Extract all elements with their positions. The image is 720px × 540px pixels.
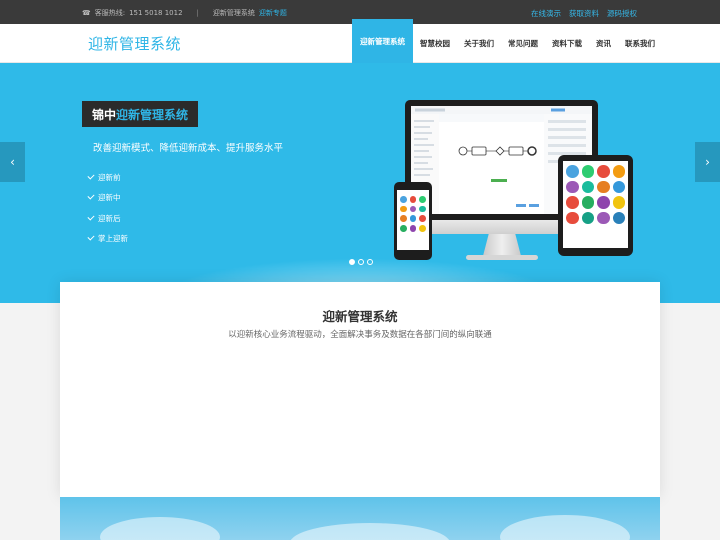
monitor-base [466, 255, 538, 260]
app-icon [400, 215, 407, 223]
slider-pagination [349, 259, 373, 265]
feature-item: 掌上迎新 [87, 229, 128, 250]
feature-item: 迎新前 [87, 167, 128, 188]
online-demo-link[interactable]: 在线演示 [531, 8, 561, 19]
app-icon [597, 165, 610, 178]
app-icon [581, 180, 594, 193]
main-nav: 迎新管理系统 智慧校园 关于我们 常见问题 资料下载 资讯 联系我们 [352, 19, 662, 63]
check-icon [87, 172, 95, 180]
phone-icon: ☎ [82, 9, 91, 17]
tablet-illustration [558, 155, 633, 256]
phone-screen [397, 190, 429, 250]
cloud-decoration [500, 515, 630, 540]
top-bar-separator: | [196, 9, 199, 17]
feature-label: 迎新后 [98, 213, 121, 223]
hero-title-accent: 迎新管理系统 [116, 107, 189, 122]
hero-subtitle: 改善迎新模式、降低迎新成本、提升服务水平 [93, 143, 284, 154]
nav-item-faq[interactable]: 常见问题 [501, 24, 545, 63]
monitor-stand [483, 234, 521, 256]
hero-feature-list: 迎新前 迎新中 迎新后 掌上迎新 [87, 167, 128, 250]
app-icon [419, 225, 427, 232]
slider-dot-1[interactable] [349, 259, 355, 265]
app-icon [400, 205, 407, 213]
top-bar-left: ☎ 客服热线: 151 5018 1012 | 迎新管理系统 迎新专题 [82, 8, 287, 18]
nav-item-welcome-system[interactable]: 迎新管理系统 [352, 19, 413, 63]
app-icon [409, 205, 417, 213]
app-icon [409, 196, 417, 203]
app-icon [566, 211, 579, 224]
nav-item-contact[interactable]: 联系我们 [618, 24, 662, 63]
bottom-sky-banner [60, 497, 660, 540]
check-icon [87, 233, 95, 241]
app-icon [566, 196, 579, 209]
app-icon [597, 180, 610, 193]
section-title: 迎新管理系统 [322, 309, 398, 324]
app-icon [566, 180, 579, 193]
slider-prev-button[interactable]: ‹ [0, 142, 25, 182]
hotline-label: 客服热线: [94, 9, 126, 17]
site-header: 迎新管理系统 迎新管理系统 智慧校园 关于我们 常见问题 资料下载 资讯 联系我… [0, 19, 720, 63]
app-icon [581, 196, 594, 209]
tablet-app-grid [563, 161, 628, 228]
app-icon [581, 165, 594, 178]
nav-item-about[interactable]: 关于我们 [457, 24, 501, 63]
product-name: 迎新管理系统 [212, 9, 255, 17]
source-license-link[interactable]: 源码授权 [607, 8, 637, 19]
app-icon [419, 205, 427, 213]
app-icon [400, 225, 407, 232]
feature-label: 迎新前 [98, 172, 121, 182]
section-subtitle: 以迎新核心业务流程驱动，全面解决事务及数据在各部门间的纵向联通 [228, 330, 492, 340]
slider-dot-2[interactable] [358, 259, 364, 265]
slider-next-button[interactable]: › [695, 142, 720, 182]
get-materials-link[interactable]: 获取资料 [569, 8, 599, 19]
check-icon [87, 213, 95, 221]
hero-banner: 锦中 迎新管理系统 改善迎新模式、降低迎新成本、提升服务水平 迎新前 迎新中 迎新… [0, 63, 720, 303]
app-icon [597, 196, 610, 209]
feature-item: 迎新中 [87, 188, 128, 209]
check-icon [87, 192, 95, 200]
nav-item-smart-campus[interactable]: 智慧校园 [413, 24, 457, 63]
app-icon [419, 196, 427, 203]
phone-app-grid [397, 190, 429, 238]
tablet-screen [563, 161, 628, 248]
app-icon [612, 196, 625, 209]
product-topic-link[interactable]: 迎新专题 [259, 8, 287, 18]
phone-illustration [394, 182, 432, 260]
cloud-decoration [100, 517, 220, 540]
hero-title-prefix: 锦中 [92, 107, 117, 122]
feature-label: 掌上迎新 [98, 234, 128, 244]
app-icon [409, 225, 417, 232]
app-icon [581, 211, 594, 224]
app-icon [409, 215, 417, 223]
intro-card: 迎新管理系统 以迎新核心业务流程驱动，全面解决事务及数据在各部门间的纵向联通 [60, 282, 660, 497]
app-icon [612, 211, 625, 224]
nav-item-downloads[interactable]: 资料下载 [545, 24, 589, 63]
app-icon [400, 196, 407, 203]
app-icon [612, 180, 625, 193]
hotline-number: 151 5018 1012 [129, 9, 183, 17]
app-icon [597, 211, 610, 224]
feature-item: 迎新后 [87, 208, 128, 229]
app-icon [566, 165, 579, 178]
app-icon [419, 215, 427, 223]
feature-label: 迎新中 [98, 193, 121, 203]
app-icon [612, 165, 625, 178]
top-bar-links: 在线演示 获取资料 源码授权 [531, 8, 637, 19]
hero-title: 锦中 迎新管理系统 [82, 101, 199, 127]
cloud-decoration [290, 523, 450, 540]
nav-item-news[interactable]: 资讯 [589, 24, 618, 63]
slider-dot-3[interactable] [367, 259, 373, 265]
site-logo[interactable]: 迎新管理系统 [88, 33, 181, 54]
